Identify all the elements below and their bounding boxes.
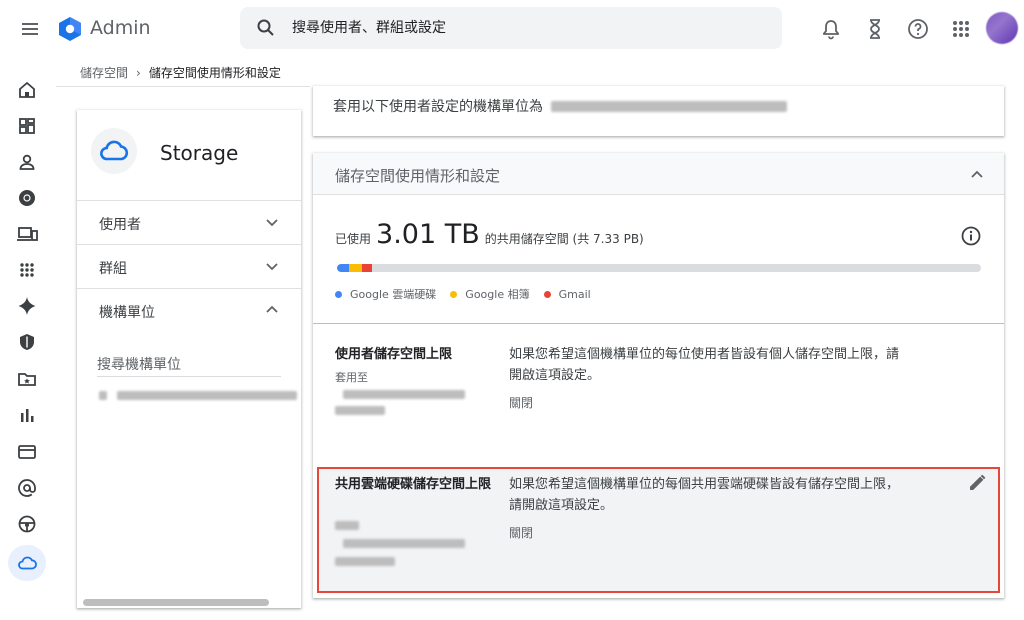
org-unit-tree-item[interactable] [99,391,297,400]
applied-source-redacted [335,406,385,415]
panel-header: Storage [77,110,301,201]
billing-card-icon[interactable] [14,439,40,465]
usage-segment-drive [337,264,349,272]
chevron-up-icon[interactable] [968,166,986,184]
rules-steering-icon[interactable] [14,511,40,537]
filter-org-units-label: 機構單位 [99,305,155,321]
apps-icon[interactable] [14,257,40,283]
setting-description: 如果您希望這個機構單位的每位使用者皆設有個人儲存空間上限，請開啟這項設定。 [509,347,900,383]
breadcrumb-divider [56,86,310,87]
tree-expander-icon[interactable] [99,391,107,400]
legend-item: Gmail [543,286,591,302]
org-unit-info-text: 套用以下使用者設定的機構單位為 [333,99,543,115]
edit-pencil-icon[interactable] [967,473,987,493]
top-bar: Admin [0,0,1024,58]
search-input[interactable] [292,7,772,49]
usage-segment-gmail [362,264,372,272]
search-bar[interactable] [240,7,782,49]
app-title[interactable]: Admin [90,17,151,39]
breadcrumb-separator: › [136,65,141,80]
users-icon[interactable] [14,149,40,175]
breadcrumb: 儲存空間 › 儲存空間使用情形和設定 [80,64,281,81]
setting-applied-label: 套用至 [335,371,368,384]
org-unit-name-redacted [117,391,297,400]
filter-users-row[interactable]: 使用者 [77,201,301,245]
usage-prefix: 已使用 [335,232,372,246]
card-header[interactable]: 儲存空間使用情形和設定 [313,153,1004,195]
breadcrumb-storage-link[interactable]: 儲存空間 [80,64,128,81]
panel-title: Storage [160,141,239,165]
apps-grid-icon[interactable] [949,17,973,41]
left-panel: Storage 使用者 群組 機構單位 [77,110,301,608]
account-at-icon[interactable] [14,475,40,501]
chevron-up-icon[interactable] [263,301,281,319]
legend-item: Google 雲端硬碟 [335,286,436,302]
gemini-sparkle-icon[interactable] [14,293,40,319]
legend-label: Google 相簿 [465,288,530,301]
filter-org-units-row[interactable]: 機構單位 [77,289,301,333]
legend-dot [335,290,342,298]
setting-state: 關閉 [509,396,534,410]
usage-legend: Google 雲端硬碟 Google 相簿 Gmail [335,286,591,302]
card-title: 儲存空間使用情形和設定 [335,167,501,185]
storage-usage-bar [337,264,981,272]
devices-icon[interactable] [14,221,40,247]
setting-name: 共用雲端硬碟儲存空間上限 [335,477,492,492]
dashboard-icon[interactable] [14,113,40,139]
account-avatar[interactable] [986,12,1018,44]
legend-dot [450,290,458,298]
org-unit-info-card: 套用以下使用者設定的機構單位為 [313,86,1004,136]
setting-name: 使用者儲存空間上限 [335,347,453,362]
chrome-icon[interactable] [14,185,40,211]
legend-label: Google 雲端硬碟 [350,288,437,301]
storage-cloud-icon[interactable] [14,550,40,576]
filter-users-label: 使用者 [99,217,141,233]
info-icon[interactable] [960,225,982,247]
usage-suffix: 的共用儲存空間 (共 7.33 PB) [484,232,644,246]
search-icon [256,18,276,38]
notifications-bell-icon[interactable] [819,17,843,41]
storage-cloud-badge [91,128,137,174]
reports-bar-chart-icon[interactable] [14,402,40,428]
security-shield-icon[interactable] [14,329,40,355]
filter-groups-label: 群組 [99,261,127,277]
org-unit-domain-redacted [551,100,787,112]
setting-description: 如果您希望這個機構單位的每個共用雲端硬碟皆設有儲存空間上限，請開啟這項設定。 [509,477,900,513]
applied-source-redacted [335,557,395,566]
shared-drive-storage-limit-setting[interactable]: 共用雲端硬碟儲存空間上限 如果您希望這個機構單位的每個共用雲端硬碟皆設有儲存空間… [313,469,1004,591]
usage-segment-photos [349,264,362,272]
home-icon[interactable] [14,77,40,103]
applied-label-redacted [335,521,359,530]
applied-source-redacted [343,539,465,548]
help-icon[interactable] [906,17,930,41]
legend-item: Google 相簿 [450,286,530,302]
setting-state: 關閉 [509,526,534,540]
user-storage-limit-setting[interactable]: 使用者儲存空間上限 套用至 如果您希望這個機構單位的每位使用者皆設有個人儲存空間… [313,323,1004,463]
applied-source-redacted [343,390,465,399]
legend-dot [543,290,551,298]
legend-label: Gmail [558,287,591,301]
org-unit-search-input[interactable] [97,353,281,377]
horizontal-scrollbar[interactable] [83,599,269,606]
filter-groups-row[interactable]: 群組 [77,245,301,289]
usage-summary: 已使用 3.01 TB 的共用儲存空間 (共 7.33 PB) [335,219,644,250]
storage-settings-card: 儲存空間使用情形和設定 已使用 3.01 TB 的共用儲存空間 (共 7.33 … [313,153,1004,598]
chevron-down-icon[interactable] [263,213,281,231]
usage-value: 3.01 TB [376,219,480,250]
breadcrumb-current: 儲存空間使用情形和設定 [148,66,281,80]
chevron-down-icon[interactable] [263,257,281,275]
tasks-hourglass-icon[interactable] [863,17,887,41]
starred-folder-icon[interactable] [14,366,40,392]
main-menu-icon[interactable] [20,19,40,39]
admin-logo-icon[interactable] [57,16,83,42]
